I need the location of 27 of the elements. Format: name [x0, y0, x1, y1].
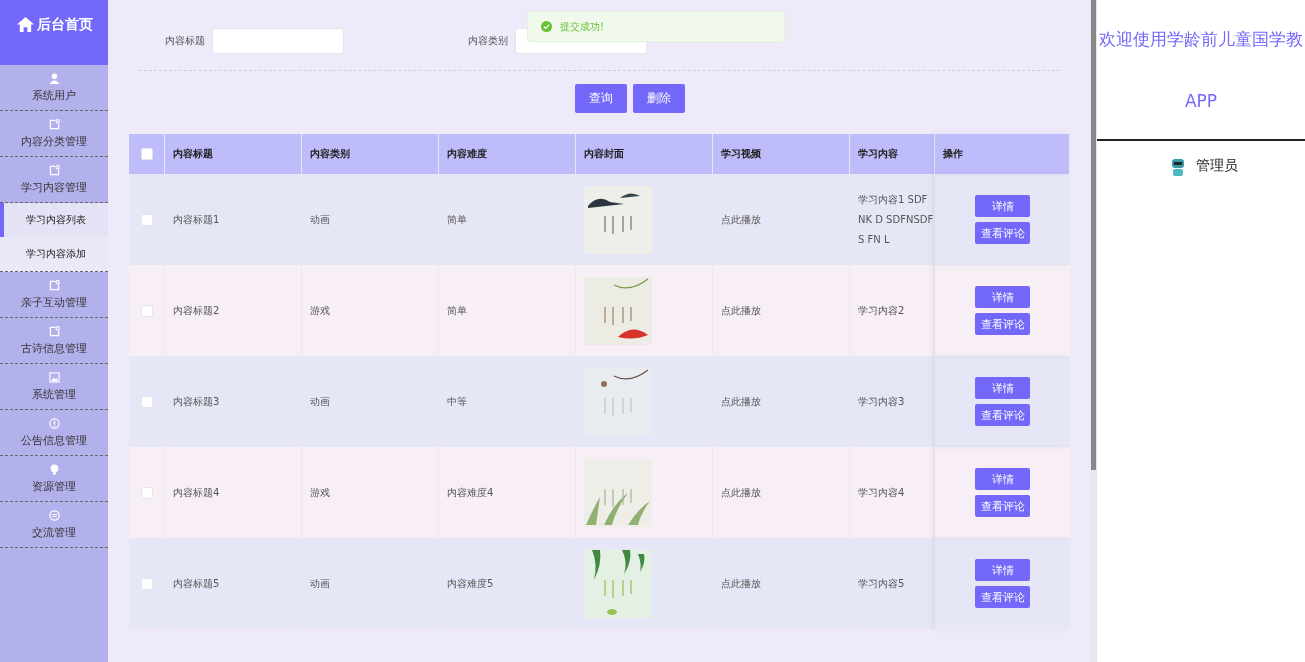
table-cell: 游戏 — [310, 303, 330, 318]
table-cell: 简单 — [447, 212, 467, 227]
success-toast: 提交成功! — [527, 11, 785, 42]
table-cell-text: 学习内容4 — [858, 485, 906, 500]
table-cell: 简单 — [447, 303, 467, 318]
sidebar-title: 后台首页 — [36, 16, 93, 34]
table-cell-text: 学习内容2 — [858, 303, 906, 318]
field-label: 内容类别 — [468, 34, 508, 48]
table-cell: 内容标题3 — [173, 394, 220, 409]
table-cell-text: 学习内容5 — [858, 576, 906, 591]
table-cell-text: 学习内容3 — [858, 394, 906, 409]
table-cell: 内容标题5 — [173, 576, 220, 591]
table-cell-text: 学习内容1 SDFNK D SDFNSDF S FN L — [858, 192, 934, 247]
table-cell: 动画 — [310, 394, 330, 409]
welcome-title: APP — [1184, 91, 1218, 111]
table-cell: 游戏 — [310, 485, 330, 500]
table-cell: 内容难度4 — [447, 485, 494, 500]
table-cell: 动画 — [310, 212, 330, 227]
table-cell: 中等 — [447, 394, 467, 409]
table-cell: 内容标题1 — [173, 212, 220, 227]
table-cell: 动画 — [310, 576, 330, 591]
field-label: 内容标题 — [165, 34, 205, 48]
welcome-title: 欢迎使用学龄前儿童国学教 — [1098, 28, 1303, 51]
table-cell: 内容标题4 — [173, 485, 220, 500]
table-cell: 内容难度5 — [447, 576, 494, 591]
table-cell: 内容标题2 — [173, 303, 220, 318]
user-name: 管理员 — [1195, 157, 1238, 175]
